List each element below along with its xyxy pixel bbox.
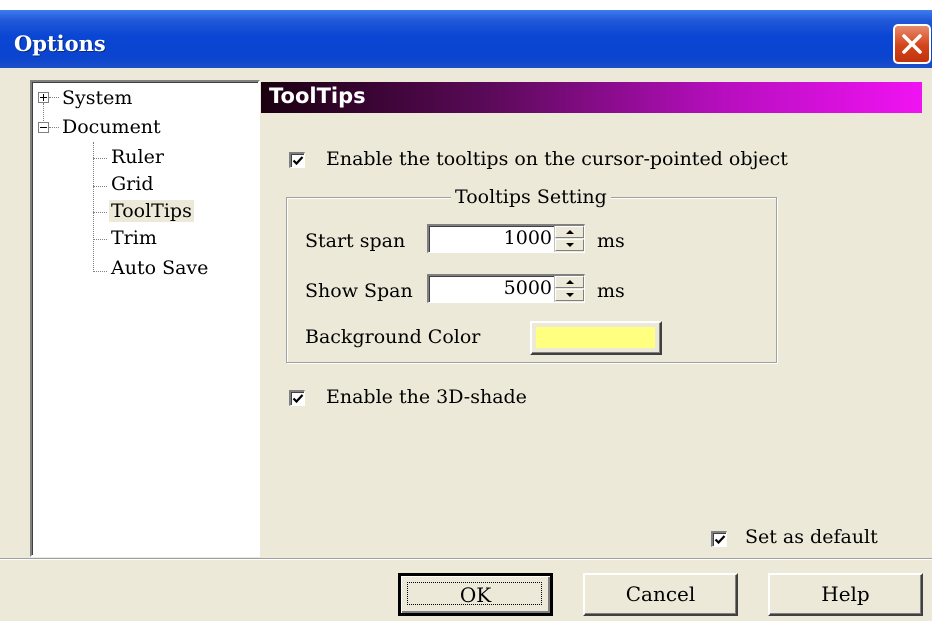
set-default-label: Set as default bbox=[745, 526, 878, 548]
tree-line bbox=[93, 186, 107, 187]
expand-icon[interactable] bbox=[38, 92, 49, 103]
help-button[interactable]: Help bbox=[768, 573, 923, 616]
start-span-spinner[interactable]: 1000 bbox=[427, 224, 585, 253]
tree-item-trim[interactable]: Trim bbox=[111, 227, 157, 249]
help-button-label: Help bbox=[821, 582, 870, 606]
tree-line bbox=[93, 239, 107, 240]
background-color-button[interactable] bbox=[530, 321, 662, 355]
options-dialog: Options System Document Ruler Grid ToolT… bbox=[0, 0, 932, 621]
spin-buttons[interactable] bbox=[554, 226, 584, 252]
tree-line bbox=[93, 271, 107, 272]
tree-line bbox=[93, 142, 94, 272]
show-span-label: Show Span bbox=[305, 280, 413, 302]
options-tree[interactable]: System Document Ruler Grid ToolTips Trim… bbox=[30, 80, 260, 557]
tree-item-document[interactable]: Document bbox=[62, 116, 161, 138]
cancel-button-label: Cancel bbox=[625, 582, 696, 606]
show-span-spinner[interactable]: 5000 bbox=[427, 274, 585, 303]
close-icon bbox=[902, 34, 922, 54]
spin-up-icon[interactable] bbox=[555, 226, 584, 238]
background-color-label: Background Color bbox=[305, 326, 481, 348]
set-default-checkbox[interactable] bbox=[711, 531, 727, 547]
color-swatch bbox=[536, 327, 655, 348]
ok-button-label: OK bbox=[459, 583, 492, 607]
checkmark-icon bbox=[292, 156, 304, 166]
collapse-icon[interactable] bbox=[38, 122, 49, 133]
show-span-value[interactable]: 5000 bbox=[504, 277, 552, 299]
start-span-label: Start span bbox=[305, 230, 406, 252]
tree-line bbox=[49, 97, 59, 98]
tree-item-ruler[interactable]: Ruler bbox=[111, 146, 164, 168]
cancel-button[interactable]: Cancel bbox=[583, 573, 738, 616]
tree-line bbox=[49, 127, 59, 128]
tree-line bbox=[93, 212, 107, 213]
tree-item-grid[interactable]: Grid bbox=[111, 173, 154, 195]
section-title: ToolTips bbox=[269, 84, 366, 108]
spin-buttons[interactable] bbox=[554, 276, 584, 302]
spin-up-icon[interactable] bbox=[555, 276, 584, 288]
enable-tooltips-label: Enable the tooltips on the cursor-pointe… bbox=[326, 148, 788, 170]
tree-item-tooltips[interactable]: ToolTips bbox=[109, 200, 194, 222]
window-title: Options bbox=[14, 31, 106, 56]
spin-down-icon[interactable] bbox=[555, 239, 584, 251]
start-span-unit: ms bbox=[597, 230, 625, 252]
tree-item-system[interactable]: System bbox=[62, 87, 132, 109]
checkmark-icon bbox=[714, 535, 726, 545]
enable-3d-shade-label: Enable the 3D-shade bbox=[326, 386, 527, 408]
checkmark-icon bbox=[292, 394, 304, 404]
group-title: Tooltips Setting bbox=[451, 186, 611, 208]
dialog-body: System Document Ruler Grid ToolTips Trim… bbox=[0, 68, 932, 621]
enable-tooltips-checkbox[interactable] bbox=[289, 152, 305, 168]
spin-down-icon[interactable] bbox=[555, 289, 584, 301]
close-button[interactable] bbox=[893, 24, 931, 64]
section-header: ToolTips bbox=[261, 82, 922, 113]
divider bbox=[0, 558, 932, 560]
tree-item-auto-save[interactable]: Auto Save bbox=[111, 257, 208, 279]
enable-3d-shade-checkbox[interactable] bbox=[289, 390, 305, 406]
ok-button[interactable]: OK bbox=[398, 573, 553, 616]
title-bar[interactable]: Options bbox=[0, 10, 932, 68]
start-span-value[interactable]: 1000 bbox=[504, 227, 552, 249]
tree-line bbox=[93, 158, 107, 159]
show-span-unit: ms bbox=[597, 280, 625, 302]
